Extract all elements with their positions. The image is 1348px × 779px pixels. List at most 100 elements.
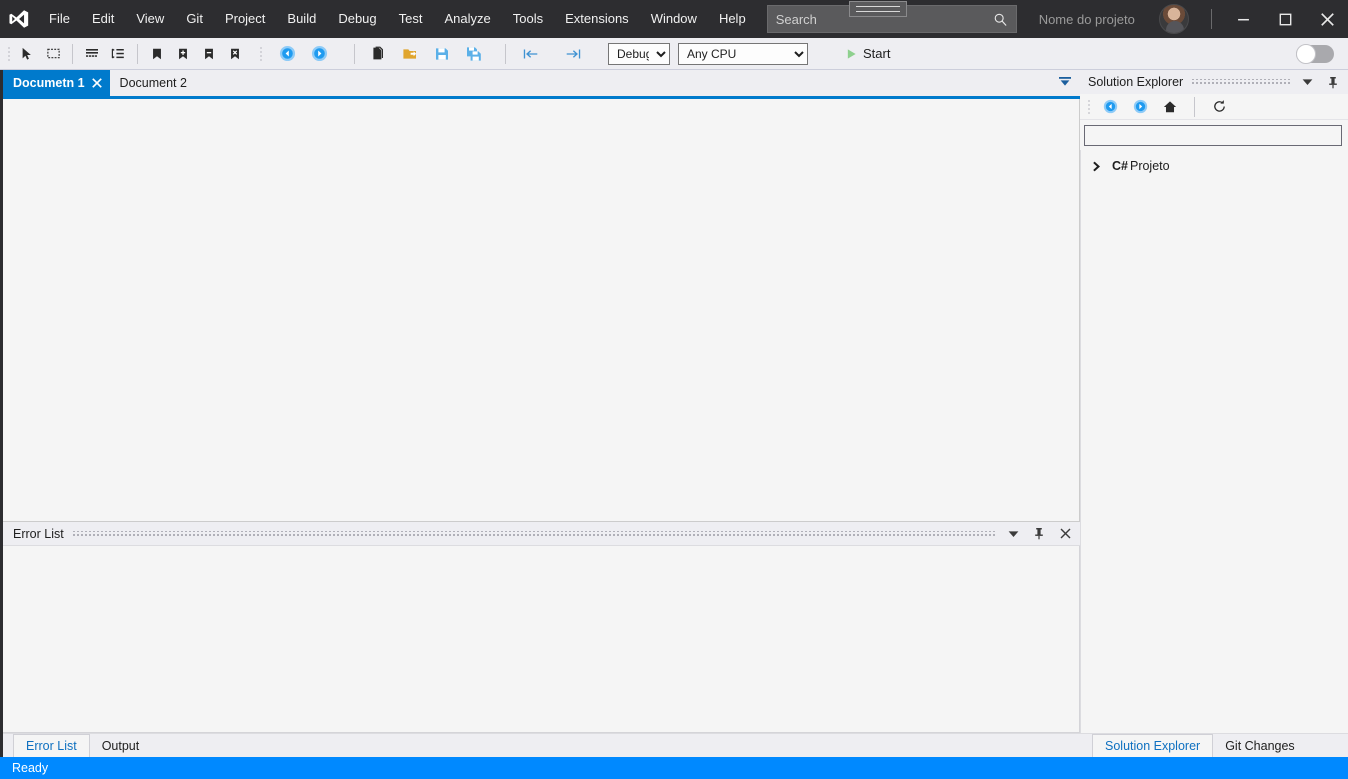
preview-toggle[interactable] (1296, 43, 1334, 64)
close-icon[interactable] (91, 78, 102, 88)
error-list-header: Error List (3, 522, 1080, 546)
save-icon[interactable] (429, 41, 455, 67)
comment-lines-icon[interactable] (79, 41, 105, 67)
menu-item-window[interactable]: Window (640, 0, 708, 38)
title-bar: File Edit View Git Project Build Debug T… (0, 0, 1348, 38)
menu-item-tools[interactable]: Tools (502, 0, 554, 38)
pin-icon[interactable] (1324, 73, 1342, 91)
pin-icon[interactable] (1030, 525, 1048, 543)
navigate-backward-icon[interactable] (1096, 96, 1124, 118)
avatar[interactable] (1159, 4, 1189, 34)
toggle-knob (1296, 43, 1316, 64)
menu-item-analyze[interactable]: Analyze (433, 0, 501, 38)
marquee-select-icon[interactable] (40, 41, 66, 67)
error-list-tabs: Error List Output (3, 733, 1080, 757)
solution-explorer-toolbar (1080, 94, 1348, 120)
start-button[interactable]: Start (838, 41, 898, 67)
document-tab-2[interactable]: Document 2 (110, 70, 195, 96)
navigate-forward-icon[interactable] (306, 41, 332, 67)
solution-search-input[interactable] (1084, 125, 1342, 146)
new-file-icon[interactable] (365, 41, 391, 67)
tab-solution-explorer[interactable]: Solution Explorer (1092, 734, 1214, 757)
menu-item-view[interactable]: View (125, 0, 175, 38)
status-bar: Ready (0, 757, 1348, 779)
error-list-title: Error List (13, 526, 64, 541)
solution-explorer-title: Solution Explorer (1088, 75, 1184, 89)
error-list-panel: Error List Error List Output (0, 522, 1080, 757)
tree-item-label: Projeto (1129, 159, 1170, 173)
toolbar-separator (137, 43, 138, 64)
minimize-button[interactable] (1222, 0, 1264, 38)
header-dotted-rule (1191, 79, 1290, 85)
title-divider (1211, 9, 1212, 29)
close-button[interactable] (1306, 0, 1348, 38)
document-tab-strip: Documetn 1 Document 2 (3, 70, 1080, 96)
editor-region: Documetn 1 Document 2 (0, 70, 1080, 522)
bookmark-clear-icon[interactable] (222, 41, 248, 67)
start-label: Start (863, 46, 891, 61)
toolbar-grip[interactable] (256, 45, 266, 63)
solution-explorer-header: Solution Explorer (1080, 70, 1348, 94)
toolbar-separator (354, 43, 355, 64)
csharp-badge: C# (1112, 159, 1128, 173)
solution-tree: C# Projeto (1080, 150, 1348, 733)
left-column: Documetn 1 Document 2 Error List Error L… (0, 70, 1080, 757)
tab-output[interactable]: Output (90, 734, 152, 757)
menu-item-file[interactable]: File (38, 0, 81, 38)
indent-list-icon[interactable] (105, 41, 131, 67)
save-all-icon[interactable] (461, 41, 487, 67)
menu-bar: File Edit View Git Project Build Debug T… (38, 0, 757, 38)
menu-item-test[interactable]: Test (388, 0, 434, 38)
chevron-down-icon[interactable] (1004, 525, 1022, 543)
tab-git-changes[interactable]: Git Changes (1213, 734, 1306, 757)
configuration-dropdown[interactable]: Debug (608, 42, 670, 65)
search-container: Search (766, 1, 1017, 33)
refresh-icon[interactable] (1205, 96, 1233, 118)
panel-separator (1194, 96, 1195, 117)
menu-item-build[interactable]: Build (276, 0, 327, 38)
panel-grip[interactable] (1084, 98, 1094, 116)
pointer-icon[interactable] (14, 41, 40, 67)
bookmark-remove-icon[interactable] (196, 41, 222, 67)
platform-dropdown[interactable]: Any CPU (678, 42, 808, 65)
solution-explorer-panel: Solution Explorer C# Projeto Solution Ex… (1080, 70, 1348, 757)
bookmark-icon[interactable] (144, 41, 170, 67)
redo-icon[interactable] (560, 41, 586, 67)
menu-item-extensions[interactable]: Extensions (554, 0, 640, 38)
chevron-down-icon[interactable] (1298, 73, 1316, 91)
home-icon[interactable] (1156, 96, 1184, 118)
play-icon (847, 48, 856, 59)
chevron-down-icon[interactable] (1058, 76, 1072, 88)
visual-studio-logo (0, 0, 38, 38)
header-dotted-rule (71, 530, 996, 537)
project-name-label: Nome do projeto (1038, 11, 1135, 27)
document-tab-1-label: Documetn 1 (13, 76, 85, 90)
document-tab-1[interactable]: Documetn 1 (3, 70, 110, 96)
close-icon[interactable] (1056, 525, 1074, 543)
toolbar-grip[interactable] (4, 45, 14, 63)
tree-item-projeto[interactable]: C# Projeto (1081, 156, 1348, 176)
chevron-right-icon[interactable] (1093, 161, 1102, 172)
menu-item-edit[interactable]: Edit (81, 0, 125, 38)
document-tab-2-label: Document 2 (119, 76, 187, 90)
maximize-button[interactable] (1264, 0, 1306, 38)
undo-icon[interactable] (518, 41, 544, 67)
status-text: Ready (12, 761, 49, 775)
error-list-body[interactable] (3, 546, 1080, 733)
menu-item-project[interactable]: Project (214, 0, 276, 38)
menu-item-git[interactable]: Git (175, 0, 214, 38)
navigate-backward-icon[interactable] (274, 41, 300, 67)
open-folder-icon[interactable] (397, 41, 423, 67)
search-icon[interactable] (993, 12, 1008, 27)
editor-surface[interactable] (3, 99, 1080, 522)
title-bar-right (1159, 0, 1348, 38)
solution-panel-tabs: Solution Explorer Git Changes (1080, 733, 1348, 757)
workspace: Documetn 1 Document 2 Error List Error L… (0, 70, 1348, 757)
menu-item-debug[interactable]: Debug (327, 0, 387, 38)
main-toolbar: Debug Any CPU Start (0, 38, 1348, 70)
bookmark-add-icon[interactable] (170, 41, 196, 67)
toolbar-separator (505, 43, 506, 64)
navigate-forward-icon[interactable] (1126, 96, 1154, 118)
tab-error-list[interactable]: Error List (13, 734, 90, 757)
menu-item-help[interactable]: Help (708, 0, 757, 38)
